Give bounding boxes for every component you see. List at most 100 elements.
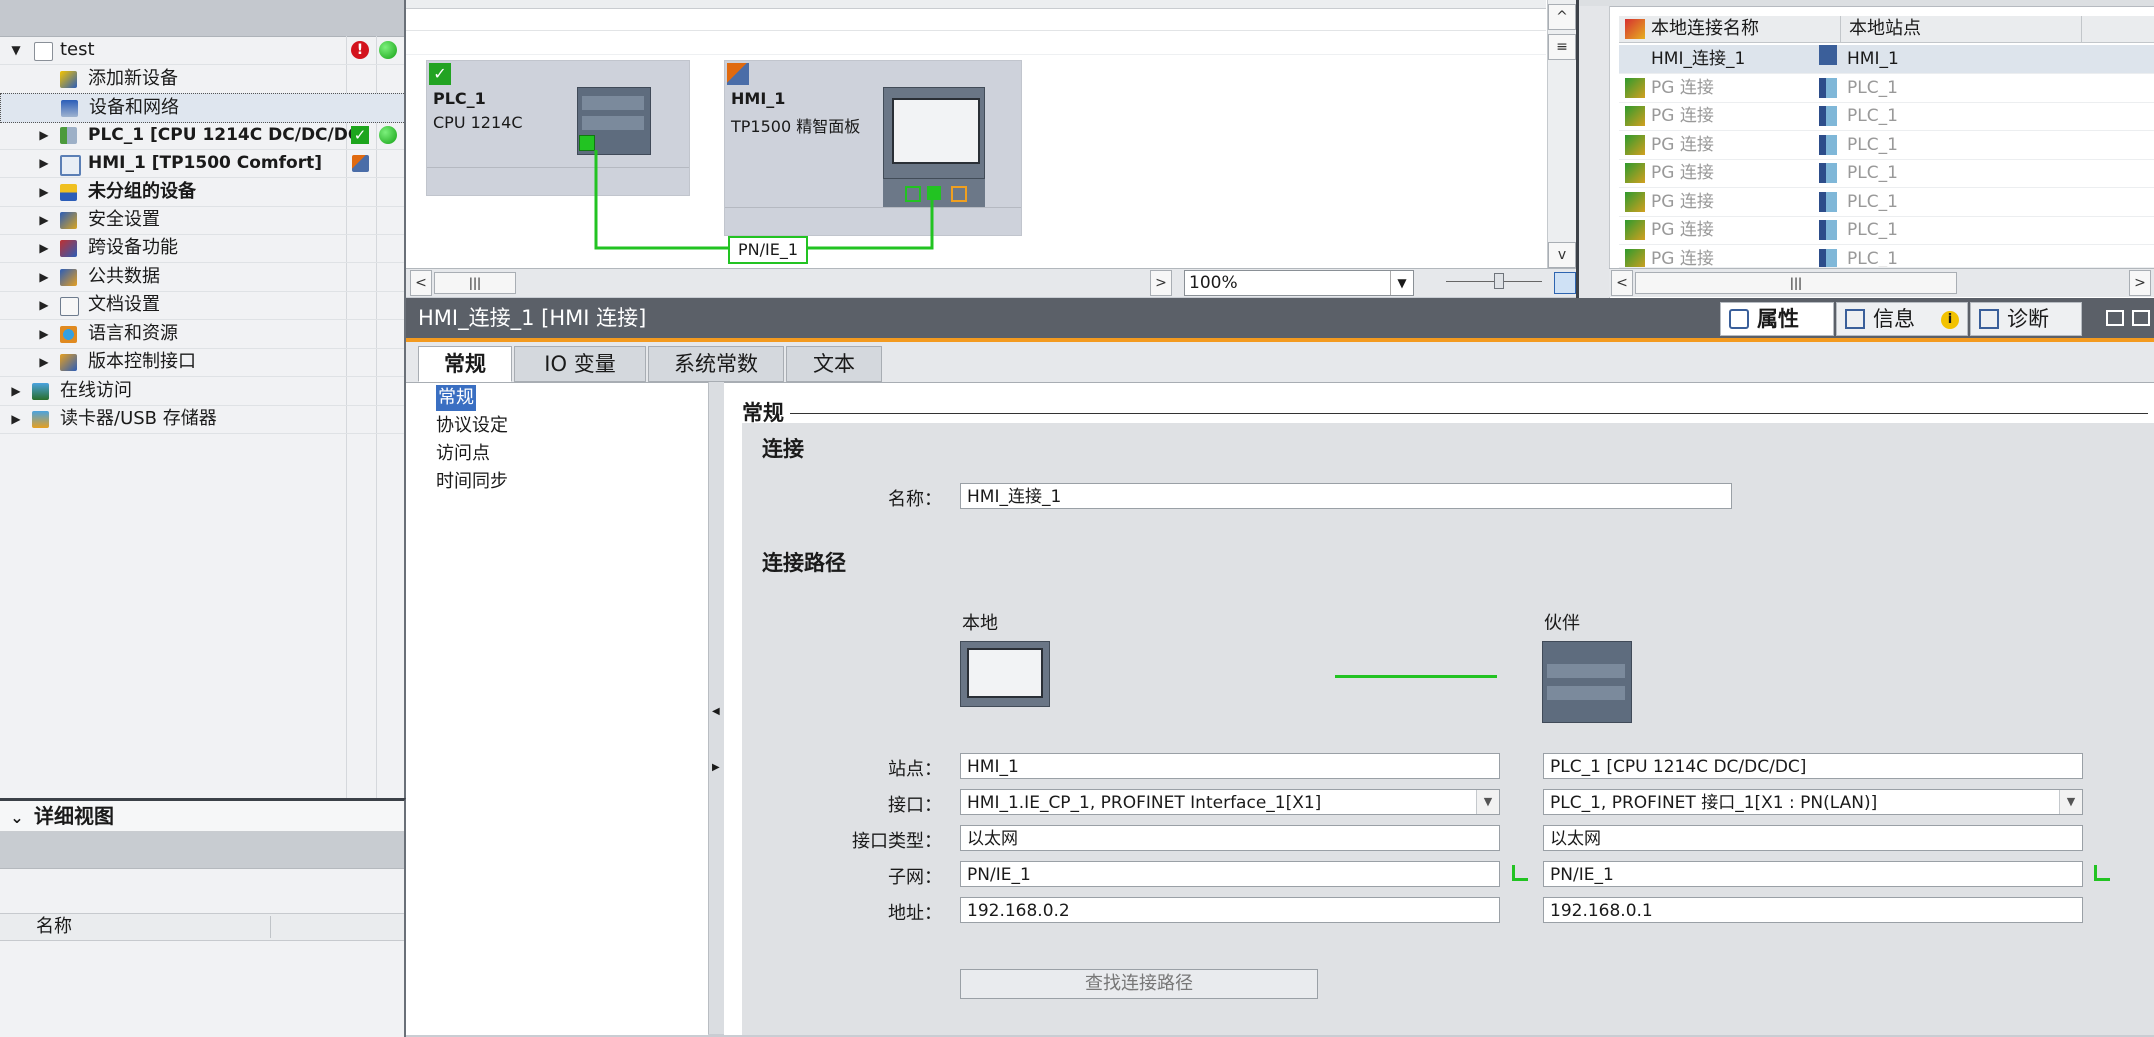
expand-arrow-icon[interactable]: ▶ [38, 234, 50, 262]
table-row[interactable]: HMI_连接_1 HMI_1 [1619, 45, 2154, 74]
scroll-grip-icon[interactable]: ≡ [1548, 34, 1576, 60]
connection-group-title: 连接 [762, 437, 804, 461]
tree-item-doc-settings[interactable]: ▶ 文档设置 [0, 291, 404, 320]
dropdown-arrow-icon[interactable]: ▼ [1476, 790, 1499, 814]
restore-window-icon[interactable] [2106, 310, 2124, 326]
dropdown-arrow-icon[interactable]: ▼ [2059, 790, 2082, 814]
expand-arrow-icon[interactable]: ▶ [38, 291, 50, 319]
nav-general[interactable]: 常规 [436, 385, 476, 411]
tab-system-constants[interactable]: 系统常数 [648, 346, 784, 382]
tree-item-card-reader[interactable]: ▶ 读卡器/USB 存储器 [0, 405, 404, 434]
expand-arrow-icon[interactable]: ▼ [10, 36, 22, 64]
find-connection-path-button[interactable]: 查找连接路径 [960, 969, 1318, 999]
partner-interface-select[interactable]: PLC_1, PROFINET 接口_1[X1 : PN(LAN)] ▼ [1543, 789, 2083, 815]
nav-access-point[interactable]: 访问点 [436, 441, 490, 467]
connection-name-field[interactable]: HMI_连接_1 [960, 483, 1732, 509]
table-row[interactable]: PG 连接 PLC_1 [1619, 74, 2154, 103]
project-icon [34, 42, 53, 61]
tree-item-root[interactable]: ▼ test ! [0, 36, 404, 65]
table-row[interactable]: PG 连接 PLC_1 [1619, 131, 2154, 160]
h-scroll-thumb[interactable]: ||| [1635, 272, 1957, 294]
pg-connection-icon [1625, 135, 1645, 155]
tab-general[interactable]: 常规 [418, 346, 512, 382]
tree-item-label: PLC_1 [CPU 1214C DC/DC/DC] [88, 125, 369, 145]
local-interface-type-field[interactable]: 以太网 [960, 825, 1500, 851]
tab-io-tags[interactable]: IO 变量 [514, 346, 646, 382]
expand-arrow-icon[interactable]: ▶ [38, 263, 50, 291]
local-station-field[interactable]: HMI_1 [960, 753, 1500, 779]
tree-item-label: 文档设置 [88, 294, 160, 315]
tree-item-devices-networks[interactable]: 设备和网络 [0, 93, 404, 123]
subnet-label[interactable]: PN/IE_1 [728, 236, 808, 264]
zoom-slider-handle[interactable] [1494, 273, 1504, 289]
table-row[interactable]: PG 连接 PLC_1 [1619, 245, 2154, 268]
tree-item-common-data[interactable]: ▶ 公共数据 [0, 263, 404, 292]
table-row[interactable]: PG 连接 PLC_1 [1619, 216, 2154, 245]
tree-item-add-device[interactable]: 添加新设备 [0, 65, 404, 94]
expand-right-icon[interactable]: ▶ [712, 762, 720, 773]
scroll-down-icon[interactable]: v [1548, 242, 1576, 268]
h-scroll-thumb[interactable]: ||| [434, 272, 516, 294]
canvas-vertical-scrollbar[interactable]: ^ ≡ v [1547, 0, 1576, 270]
tree-item-version-control[interactable]: ▶ 版本控制接口 [0, 348, 404, 377]
tree-item-online-access[interactable]: ▶ 在线访问 [0, 377, 404, 406]
expand-arrow-icon[interactable]: ▶ [38, 348, 50, 376]
column-local-station[interactable]: 本地站点 [1849, 16, 1921, 42]
expand-arrow-icon[interactable]: ▶ [38, 149, 50, 177]
local-interface-select[interactable]: HMI_1.IE_CP_1, PROFINET Interface_1[X1] … [960, 789, 1500, 815]
local-subnet-field[interactable]: PN/IE_1 [960, 861, 1500, 887]
partner-subnet-field[interactable]: PN/IE_1 [1543, 861, 2083, 887]
tab-diagnostics[interactable]: 诊断 [1970, 302, 2082, 336]
table-horizontal-scrollbar[interactable]: < ||| > [1609, 268, 2154, 297]
collapse-left-icon[interactable]: ◀ [712, 706, 720, 717]
tree-item-plc[interactable]: ▶ PLC_1 [CPU 1214C DC/DC/DC] ✓ [0, 121, 404, 150]
nav-protocol-settings[interactable]: 协议设定 [436, 413, 508, 439]
details-column-header[interactable]: 名称 [0, 913, 404, 941]
maximize-window-icon[interactable] [2132, 310, 2150, 326]
tree-item-languages[interactable]: ▶ 语言和资源 [0, 320, 404, 349]
overview-icon[interactable] [1554, 272, 1576, 294]
partner-interface-type-field[interactable]: 以太网 [1543, 825, 2083, 851]
dropdown-arrow-icon[interactable]: ▼ [1390, 271, 1413, 295]
partner-address-field[interactable]: 192.168.0.1 [1543, 897, 2083, 923]
tab-texts[interactable]: 文本 [786, 346, 882, 382]
scroll-left-icon[interactable]: < [410, 270, 432, 296]
tab-properties[interactable]: 属性 [1720, 302, 1834, 336]
scroll-right-icon[interactable]: > [1150, 270, 1172, 296]
collapse-chevron-icon[interactable]: ⌄ [0, 803, 34, 833]
expand-arrow-icon[interactable]: ▶ [38, 121, 50, 149]
plc-icon [60, 127, 77, 144]
scroll-left-icon[interactable]: < [1611, 270, 1633, 296]
pg-connection-icon [1625, 106, 1645, 126]
local-address-field[interactable]: 192.168.0.2 [960, 897, 1500, 923]
network-view-canvas[interactable]: ✓ PLC_1 CPU 1214C HMI_1 TP1500 精智面板 PN/I… [406, 0, 1576, 273]
partner-station-field[interactable]: PLC_1 [CPU 1214C DC/DC/DC] [1543, 753, 2083, 779]
plc-station-icon [1819, 78, 1837, 98]
expand-arrow-icon[interactable]: ▶ [10, 377, 22, 405]
column-local-connection-name[interactable]: 本地连接名称 [1651, 16, 1759, 42]
scroll-up-icon[interactable]: ^ [1548, 4, 1576, 30]
network-link[interactable] [406, 0, 1546, 272]
expand-arrow-icon[interactable]: ▶ [38, 206, 50, 234]
tree-item-label: 跨设备功能 [88, 237, 178, 258]
details-view-header[interactable]: ⌄ 详细视图 [0, 801, 404, 832]
tree-item-cross-device[interactable]: ▶ 跨设备功能 [0, 234, 404, 263]
tree-item-security[interactable]: ▶ 安全设置 [0, 206, 404, 235]
zoom-select[interactable]: 100% ▼ [1184, 270, 1414, 296]
scroll-right-icon[interactable]: > [2129, 270, 2151, 296]
tab-info[interactable]: 信息 i [1836, 302, 1968, 336]
column-divider[interactable] [270, 916, 271, 938]
nav-time-sync[interactable]: 时间同步 [436, 469, 508, 495]
table-row[interactable]: PG 连接 PLC_1 [1619, 188, 2154, 217]
expand-arrow-icon[interactable]: ▶ [38, 320, 50, 348]
tree-item-ungrouped[interactable]: ▶ 未分组的设备 [0, 178, 404, 207]
connections-table-header: 本地连接名称 本地站点 [1619, 16, 2154, 43]
table-row[interactable]: PG 连接 PLC_1 [1619, 159, 2154, 188]
expand-arrow-icon[interactable]: ▶ [38, 178, 50, 206]
plc-station-icon [1819, 106, 1837, 126]
table-row[interactable]: PG 连接 PLC_1 [1619, 102, 2154, 131]
tree-item-hmi[interactable]: ▶ HMI_1 [TP1500 Comfort] [0, 149, 404, 178]
expand-arrow-icon[interactable]: ▶ [10, 405, 22, 433]
details-view-title: 详细视图 [34, 804, 114, 828]
canvas-bottom-bar: < ||| > 100% ▼ [406, 268, 1576, 297]
